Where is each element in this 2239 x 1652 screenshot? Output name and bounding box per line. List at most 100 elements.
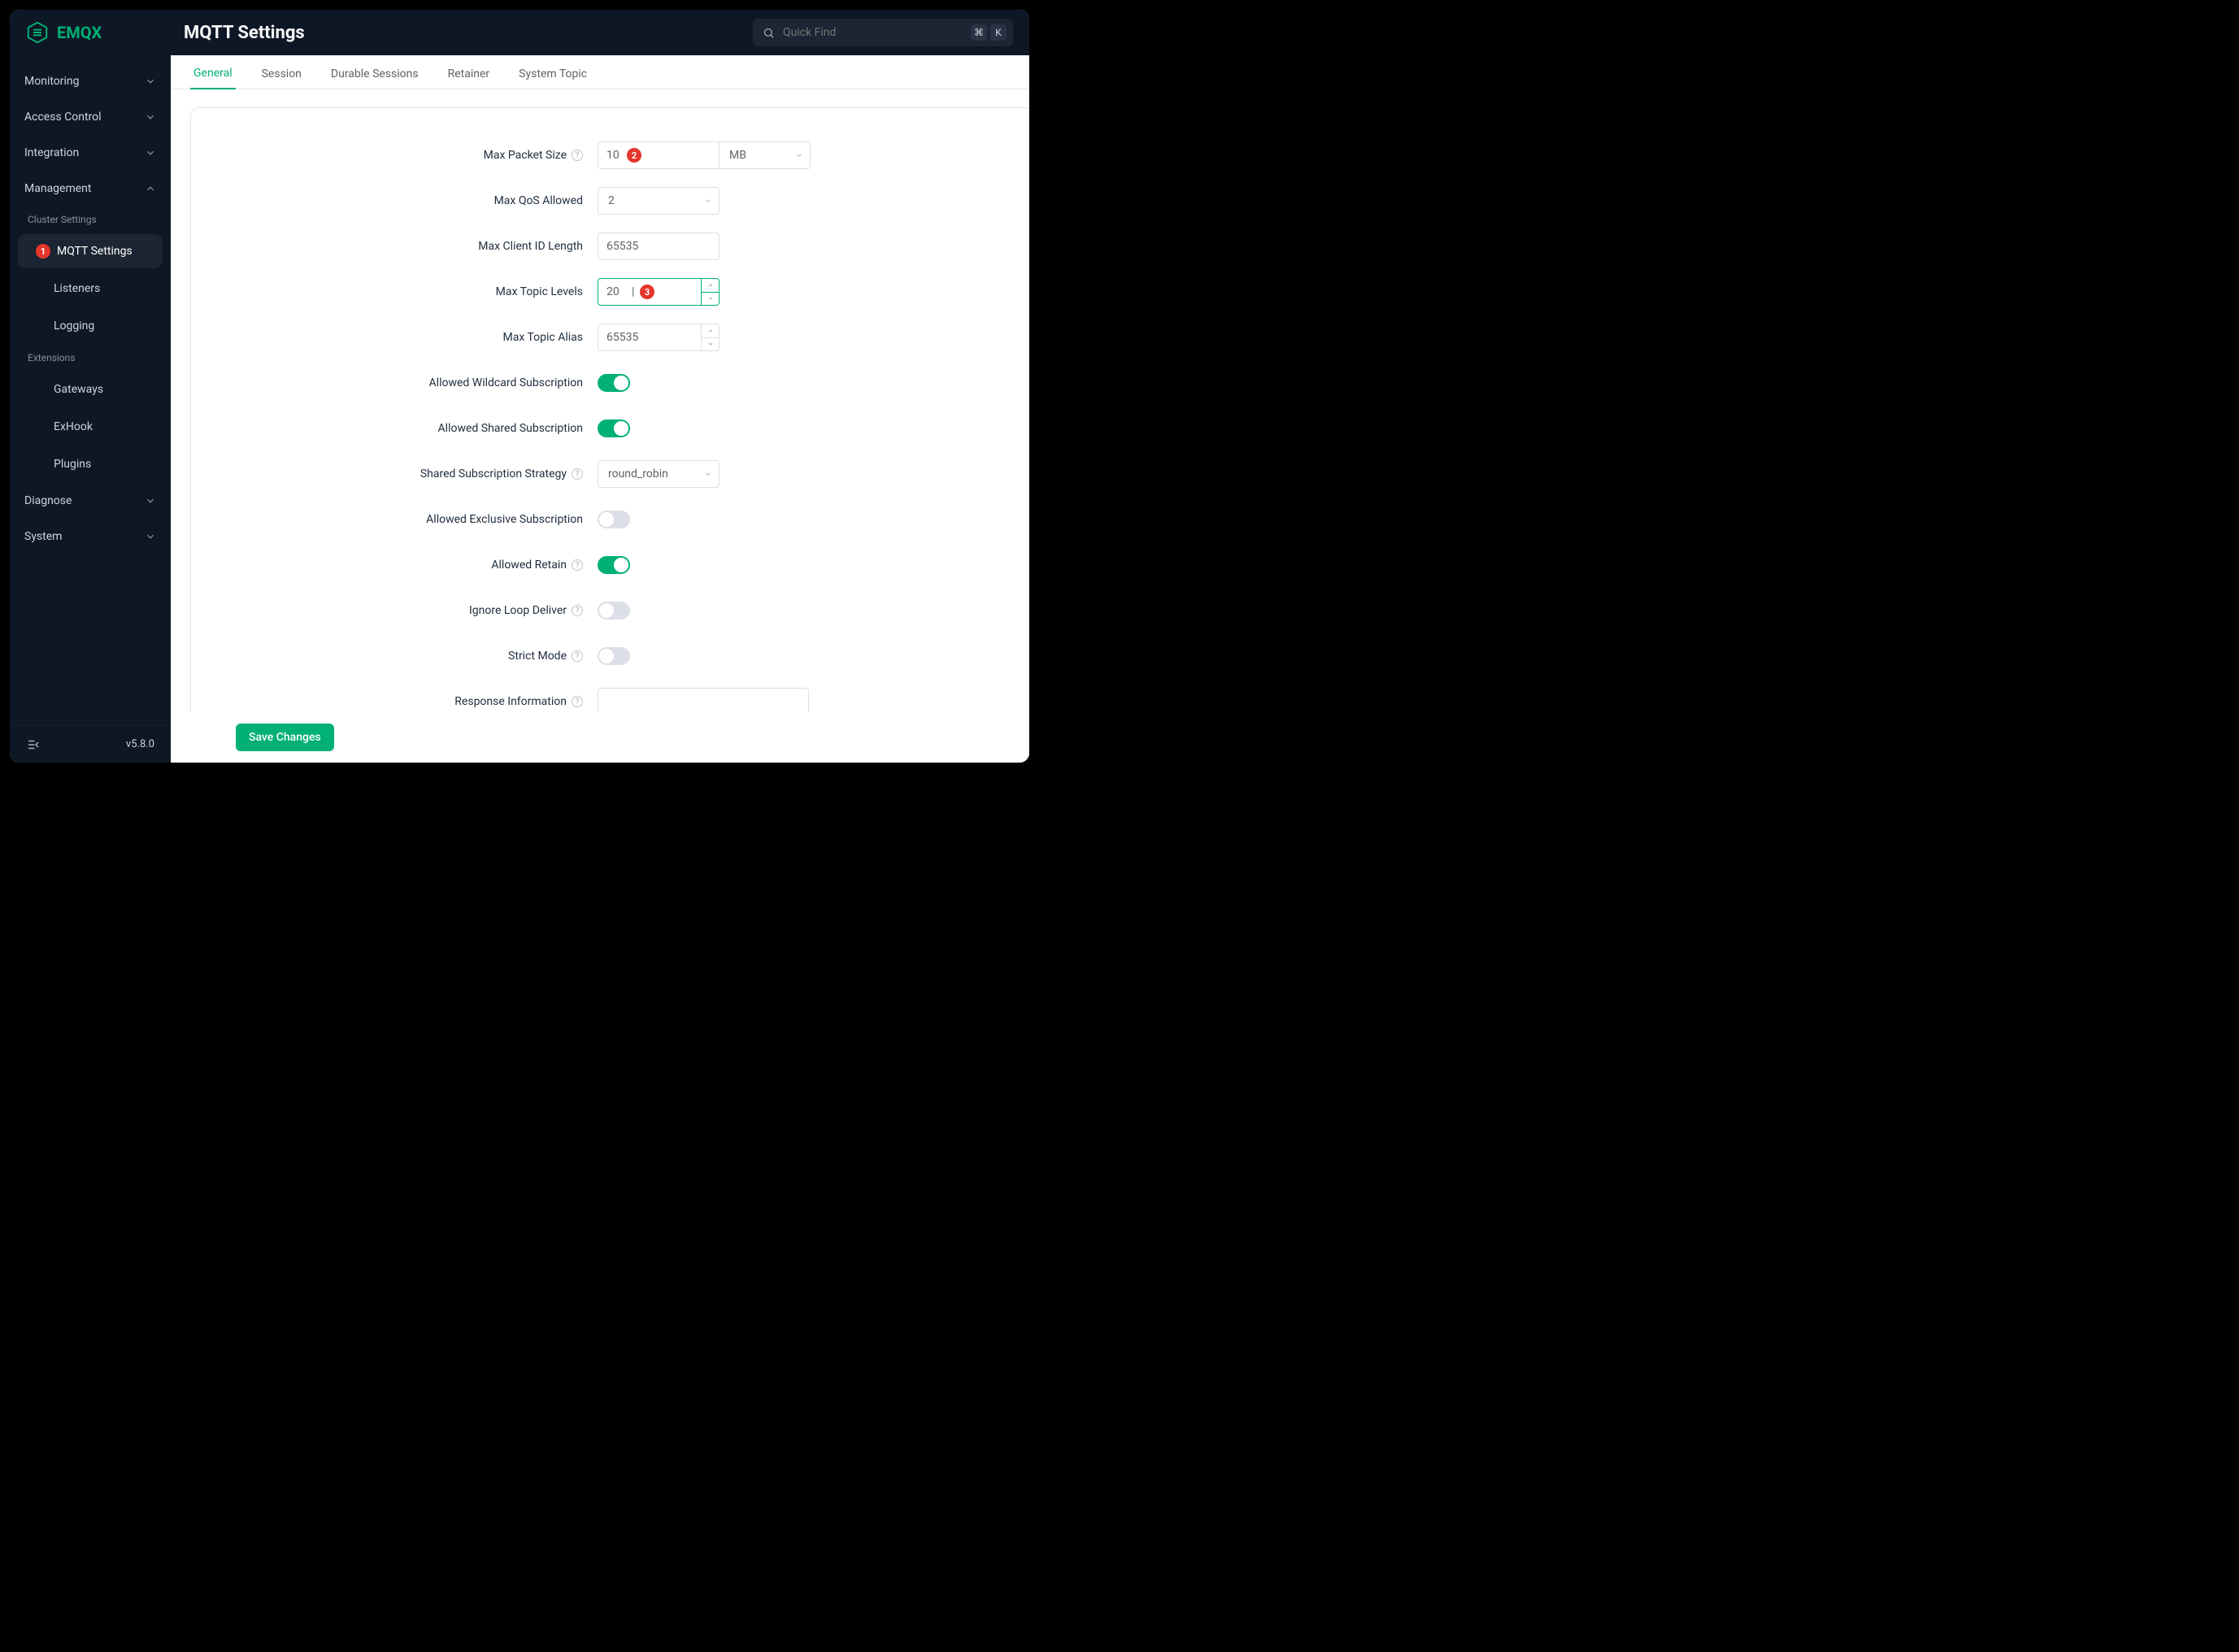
- help-icon[interactable]: ?: [572, 150, 583, 161]
- spinner-controls: [701, 279, 719, 305]
- shared-subscription-strategy-select[interactable]: round_robin: [598, 460, 720, 488]
- chevron-up-icon: [707, 282, 714, 289]
- form-label: Strict Mode: [508, 650, 567, 663]
- response-information-input[interactable]: [598, 688, 809, 715]
- tab-session[interactable]: Session: [259, 67, 305, 89]
- kbd-k: K: [990, 24, 1006, 41]
- form-label: Allowed Exclusive Subscription: [426, 513, 583, 526]
- emqx-logo-icon: [26, 21, 49, 44]
- sidebar-item-label: Gateways: [54, 383, 103, 396]
- tab-label: General: [193, 67, 233, 80]
- search-icon: [763, 27, 775, 39]
- tab-label: Retainer: [448, 67, 490, 80]
- sidebar-item-management[interactable]: Management: [10, 171, 171, 206]
- annotation-badge-3: 3: [640, 285, 654, 299]
- form-label: Max Packet Size: [484, 149, 567, 162]
- allowed-exclusive-subscription-switch[interactable]: [598, 511, 630, 528]
- sidebar-item-exhook[interactable]: ExHook: [18, 410, 163, 444]
- row-max-qos-allowed: Max QoS Allowed 2: [191, 178, 1029, 224]
- save-bar: Save Changes: [190, 712, 1029, 763]
- max-packet-size-input[interactable]: [598, 141, 720, 169]
- form-label: Max Client ID Length: [478, 240, 583, 253]
- form-label: Allowed Retain: [491, 559, 567, 572]
- sidebar-item-label: Monitoring: [24, 75, 80, 88]
- sidebar-item-listeners[interactable]: Listeners: [18, 272, 163, 306]
- sidebar-item-label: Management: [24, 182, 91, 195]
- spin-down-button[interactable]: [702, 293, 719, 306]
- row-allowed-exclusive-subscription: Allowed Exclusive Subscription: [191, 497, 1029, 542]
- row-strict-mode: Strict Mode ?: [191, 633, 1029, 679]
- search-shortcut: ⌘ K: [971, 24, 1006, 41]
- tab-label: System Topic: [519, 67, 587, 80]
- brand-logo[interactable]: EMQX: [26, 21, 169, 44]
- form-label: Response Information: [454, 695, 567, 708]
- chevron-down-icon: [145, 111, 156, 123]
- tab-general[interactable]: General: [190, 67, 236, 89]
- page-title: MQTT Settings: [184, 23, 305, 43]
- allowed-wildcard-subscription-switch[interactable]: [598, 374, 630, 392]
- chevron-up-icon: [707, 328, 714, 334]
- row-max-packet-size: Max Packet Size ? 2 MB: [191, 133, 1029, 178]
- annotation-badge-2: 2: [627, 148, 641, 163]
- sidebar-item-logging[interactable]: Logging: [18, 309, 163, 343]
- spin-up-button[interactable]: [702, 324, 719, 338]
- kbd-cmd: ⌘: [971, 24, 987, 41]
- sidebar-item-plugins[interactable]: Plugins: [18, 447, 163, 481]
- sidebar-item-gateways[interactable]: Gateways: [18, 372, 163, 406]
- form-label: Shared Subscription Strategy: [420, 467, 567, 480]
- help-icon[interactable]: ?: [572, 559, 583, 571]
- sidebar-item-label: Diagnose: [24, 494, 72, 507]
- help-icon[interactable]: ?: [572, 650, 583, 662]
- sidebar-item-label: Integration: [24, 146, 79, 159]
- form-label: Max QoS Allowed: [494, 194, 583, 207]
- sidebar-item-mqtt-settings[interactable]: 1 MQTT Settings: [18, 234, 163, 268]
- sidebar-item-diagnose[interactable]: Diagnose: [10, 483, 171, 519]
- annotation-badge-1: 1: [36, 244, 50, 259]
- max-packet-size-unit-select[interactable]: MB: [720, 141, 811, 169]
- help-icon[interactable]: ?: [572, 468, 583, 480]
- sidebar-item-integration[interactable]: Integration: [10, 135, 171, 171]
- tab-system-topic[interactable]: System Topic: [515, 67, 590, 89]
- tab-durable-sessions[interactable]: Durable Sessions: [328, 67, 422, 89]
- sidebar-item-system[interactable]: System: [10, 519, 171, 554]
- ignore-loop-deliver-switch[interactable]: [598, 602, 630, 620]
- chevron-down-icon: [704, 470, 712, 478]
- sidebar-item-monitoring[interactable]: Monitoring: [10, 63, 171, 99]
- max-qos-allowed-select[interactable]: 2: [598, 187, 720, 215]
- chevron-down-icon: [795, 151, 803, 159]
- search-input[interactable]: [781, 25, 964, 40]
- chevron-down-icon: [145, 147, 156, 159]
- allowed-shared-subscription-switch[interactable]: [598, 420, 630, 437]
- row-ignore-loop-deliver: Ignore Loop Deliver ?: [191, 588, 1029, 633]
- help-icon[interactable]: ?: [572, 605, 583, 616]
- allowed-retain-switch[interactable]: [598, 556, 630, 574]
- help-icon[interactable]: ?: [572, 696, 583, 707]
- row-allowed-retain: Allowed Retain ?: [191, 542, 1029, 588]
- chevron-down-icon: [707, 295, 714, 302]
- spin-down-button[interactable]: [702, 338, 719, 351]
- spin-up-button[interactable]: [702, 279, 719, 293]
- strict-mode-switch[interactable]: [598, 647, 630, 665]
- chevron-down-icon: [145, 531, 156, 542]
- search-box[interactable]: ⌘ K: [753, 19, 1013, 46]
- tab-label: Durable Sessions: [331, 67, 419, 80]
- form-label: Max Topic Alias: [503, 331, 584, 344]
- max-client-id-length-input[interactable]: [598, 233, 720, 260]
- chevron-down-icon: [145, 495, 156, 506]
- row-allowed-shared-subscription: Allowed Shared Subscription: [191, 406, 1029, 451]
- form-label: Ignore Loop Deliver: [469, 604, 567, 617]
- select-value: round_robin: [608, 467, 668, 480]
- brand-name: EMQX: [57, 23, 102, 42]
- sidebar-item-access-control[interactable]: Access Control: [10, 99, 171, 135]
- form-label: Max Topic Levels: [496, 285, 583, 298]
- sidebar-item-label: ExHook: [54, 420, 93, 433]
- collapse-sidebar-icon[interactable]: [26, 737, 41, 752]
- version-label: v5.8.0: [126, 738, 154, 750]
- sidebar-header-cluster-settings: Cluster Settings: [10, 206, 171, 233]
- tab-retainer[interactable]: Retainer: [445, 67, 493, 89]
- save-changes-button[interactable]: Save Changes: [236, 724, 334, 751]
- tabs: General Session Durable Sessions Retaine…: [171, 55, 1029, 89]
- chevron-up-icon: [145, 183, 156, 194]
- sidebar: Monitoring Access Control Integration Ma…: [10, 55, 171, 763]
- sidebar-item-label: Access Control: [24, 111, 102, 124]
